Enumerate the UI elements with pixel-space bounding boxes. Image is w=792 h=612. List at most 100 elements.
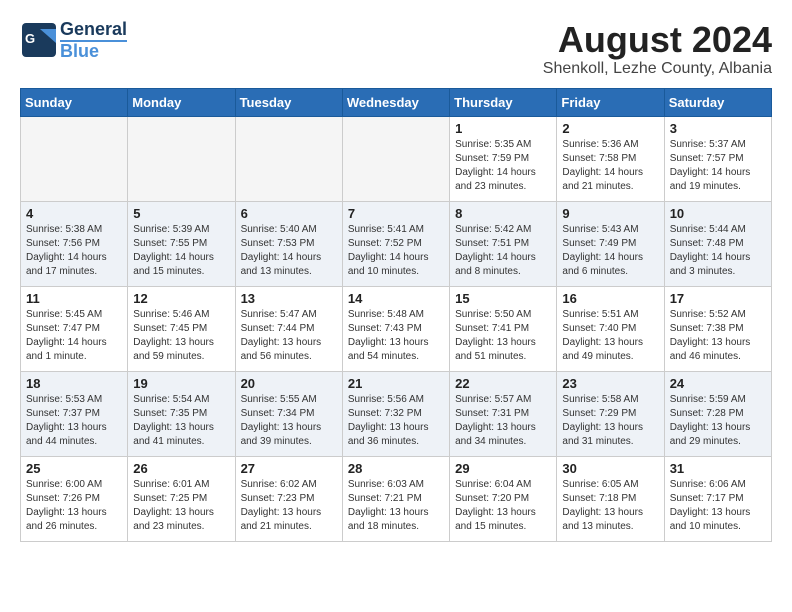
calendar-day-cell: 13 Sunrise: 5:47 AM Sunset: 7:44 PM Dayli… xyxy=(235,286,342,371)
calendar-day-cell: 12 Sunrise: 5:46 AM Sunset: 7:45 PM Dayli… xyxy=(128,286,235,371)
calendar-day-cell: 19 Sunrise: 5:54 AM Sunset: 7:35 PM Dayli… xyxy=(128,371,235,456)
calendar-day-cell: 11 Sunrise: 5:45 AM Sunset: 7:47 PM Dayli… xyxy=(21,286,128,371)
day-number: 10 xyxy=(670,206,766,221)
weekday-header-saturday: Saturday xyxy=(664,88,771,116)
day-info: Sunrise: 5:46 AM Sunset: 7:45 PM Dayligh… xyxy=(133,308,229,364)
day-info: Sunrise: 6:00 AM Sunset: 7:26 PM Dayligh… xyxy=(26,478,122,534)
day-number: 1 xyxy=(455,121,551,136)
calendar-day-cell: 7 Sunrise: 5:41 AM Sunset: 7:52 PM Daylig… xyxy=(342,201,449,286)
day-info: Sunrise: 6:04 AM Sunset: 7:20 PM Dayligh… xyxy=(455,478,551,534)
calendar-table: SundayMondayTuesdayWednesdayThursdayFrid… xyxy=(20,88,772,542)
calendar-day-cell: 8 Sunrise: 5:42 AM Sunset: 7:51 PM Daylig… xyxy=(450,201,557,286)
weekday-header-row: SundayMondayTuesdayWednesdayThursdayFrid… xyxy=(21,88,772,116)
calendar-day-cell: 6 Sunrise: 5:40 AM Sunset: 7:53 PM Daylig… xyxy=(235,201,342,286)
day-number: 21 xyxy=(348,376,444,391)
day-number: 7 xyxy=(348,206,444,221)
calendar-day-cell xyxy=(342,116,449,201)
day-info: Sunrise: 5:51 AM Sunset: 7:40 PM Dayligh… xyxy=(562,308,658,364)
calendar-day-cell xyxy=(235,116,342,201)
calendar-day-cell: 4Sunrise: 5:38 AM Sunset: 7:56 PM Daylig… xyxy=(21,201,128,286)
calendar-day-cell: 28Sunrise: 6:03 AM Sunset: 7:21 PM Dayli… xyxy=(342,456,449,541)
day-number: 12 xyxy=(133,291,229,306)
day-number: 6 xyxy=(241,206,337,221)
day-info: Sunrise: 5:55 AM Sunset: 7:34 PM Dayligh… xyxy=(241,393,337,449)
day-number: 17 xyxy=(670,291,766,306)
weekday-header-friday: Friday xyxy=(557,88,664,116)
calendar-day-cell: 3Sunrise: 5:37 AM Sunset: 7:57 PM Daylig… xyxy=(664,116,771,201)
day-number: 26 xyxy=(133,461,229,476)
weekday-header-monday: Monday xyxy=(128,88,235,116)
logo: G General Blue xyxy=(20,20,127,60)
day-number: 18 xyxy=(26,376,122,391)
logo-blue: Blue xyxy=(60,40,127,60)
calendar-day-cell: 17 Sunrise: 5:52 AM Sunset: 7:38 PM Dayli… xyxy=(664,286,771,371)
calendar-day-cell: 20 Sunrise: 5:55 AM Sunset: 7:34 PM Dayli… xyxy=(235,371,342,456)
calendar-day-cell: 26 Sunrise: 6:01 AM Sunset: 7:25 PM Dayli… xyxy=(128,456,235,541)
day-info: Sunrise: 5:41 AM Sunset: 7:52 PM Dayligh… xyxy=(348,223,444,279)
day-info: Sunrise: 5:35 AM Sunset: 7:59 PM Dayligh… xyxy=(455,138,551,194)
calendar-week-row: 1 Sunrise: 5:35 AM Sunset: 7:59 PM Daylig… xyxy=(21,116,772,201)
day-info: Sunrise: 5:44 AM Sunset: 7:48 PM Dayligh… xyxy=(670,223,766,279)
day-info: Sunrise: 5:45 AM Sunset: 7:47 PM Dayligh… xyxy=(26,308,122,364)
day-info: Sunrise: 6:06 AM Sunset: 7:17 PM Dayligh… xyxy=(670,478,766,534)
calendar-day-cell: 24 Sunrise: 5:59 AM Sunset: 7:28 PM Dayli… xyxy=(664,371,771,456)
day-info: Sunrise: 6:03 AM Sunset: 7:21 PM Dayligh… xyxy=(348,478,444,534)
day-info: Sunrise: 5:40 AM Sunset: 7:53 PM Dayligh… xyxy=(241,223,337,279)
calendar-day-cell: 23Sunrise: 5:58 AM Sunset: 7:29 PM Dayli… xyxy=(557,371,664,456)
calendar-day-cell: 21 Sunrise: 5:56 AM Sunset: 7:32 PM Dayli… xyxy=(342,371,449,456)
calendar-week-row: 11 Sunrise: 5:45 AM Sunset: 7:47 PM Dayli… xyxy=(21,286,772,371)
calendar-day-cell: 27 Sunrise: 6:02 AM Sunset: 7:23 PM Dayli… xyxy=(235,456,342,541)
day-number: 29 xyxy=(455,461,551,476)
weekday-header-wednesday: Wednesday xyxy=(342,88,449,116)
day-number: 24 xyxy=(670,376,766,391)
calendar-day-cell: 22Sunrise: 5:57 AM Sunset: 7:31 PM Dayli… xyxy=(450,371,557,456)
day-info: Sunrise: 5:54 AM Sunset: 7:35 PM Dayligh… xyxy=(133,393,229,449)
weekday-header-sunday: Sunday xyxy=(21,88,128,116)
calendar-day-cell: 10 Sunrise: 5:44 AM Sunset: 7:48 PM Dayli… xyxy=(664,201,771,286)
day-number: 16 xyxy=(562,291,658,306)
day-info: Sunrise: 5:37 AM Sunset: 7:57 PM Dayligh… xyxy=(670,138,766,194)
day-info: Sunrise: 5:42 AM Sunset: 7:51 PM Dayligh… xyxy=(455,223,551,279)
calendar-day-cell: 18 Sunrise: 5:53 AM Sunset: 7:37 PM Dayli… xyxy=(21,371,128,456)
day-info: Sunrise: 5:52 AM Sunset: 7:38 PM Dayligh… xyxy=(670,308,766,364)
day-number: 4 xyxy=(26,206,122,221)
calendar-week-row: 25Sunrise: 6:00 AM Sunset: 7:26 PM Dayli… xyxy=(21,456,772,541)
calendar-day-cell xyxy=(128,116,235,201)
day-info: Sunrise: 5:36 AM Sunset: 7:58 PM Dayligh… xyxy=(562,138,658,194)
day-number: 8 xyxy=(455,206,551,221)
weekday-header-tuesday: Tuesday xyxy=(235,88,342,116)
day-number: 31 xyxy=(670,461,766,476)
page-header: G General Blue August 2024 Shenkoll, Lez… xyxy=(20,20,772,78)
weekday-header-thursday: Thursday xyxy=(450,88,557,116)
logo-general: General xyxy=(60,20,127,40)
day-number: 30 xyxy=(562,461,658,476)
day-info: Sunrise: 5:56 AM Sunset: 7:32 PM Dayligh… xyxy=(348,393,444,449)
day-info: Sunrise: 5:43 AM Sunset: 7:49 PM Dayligh… xyxy=(562,223,658,279)
day-number: 20 xyxy=(241,376,337,391)
day-info: Sunrise: 6:05 AM Sunset: 7:18 PM Dayligh… xyxy=(562,478,658,534)
location-subtitle: Shenkoll, Lezhe County, Albania xyxy=(543,60,772,78)
month-year-title: August 2024 xyxy=(543,20,772,60)
day-info: Sunrise: 6:02 AM Sunset: 7:23 PM Dayligh… xyxy=(241,478,337,534)
day-info: Sunrise: 5:39 AM Sunset: 7:55 PM Dayligh… xyxy=(133,223,229,279)
calendar-day-cell: 5 Sunrise: 5:39 AM Sunset: 7:55 PM Daylig… xyxy=(128,201,235,286)
day-number: 11 xyxy=(26,291,122,306)
day-number: 13 xyxy=(241,291,337,306)
day-number: 27 xyxy=(241,461,337,476)
day-info: Sunrise: 6:01 AM Sunset: 7:25 PM Dayligh… xyxy=(133,478,229,534)
day-number: 5 xyxy=(133,206,229,221)
calendar-day-cell: 14Sunrise: 5:48 AM Sunset: 7:43 PM Dayli… xyxy=(342,286,449,371)
day-number: 9 xyxy=(562,206,658,221)
svg-text:G: G xyxy=(25,31,35,46)
day-number: 14 xyxy=(348,291,444,306)
calendar-day-cell: 2Sunrise: 5:36 AM Sunset: 7:58 PM Daylig… xyxy=(557,116,664,201)
day-number: 19 xyxy=(133,376,229,391)
day-info: Sunrise: 5:47 AM Sunset: 7:44 PM Dayligh… xyxy=(241,308,337,364)
day-info: Sunrise: 5:58 AM Sunset: 7:29 PM Dayligh… xyxy=(562,393,658,449)
day-info: Sunrise: 5:59 AM Sunset: 7:28 PM Dayligh… xyxy=(670,393,766,449)
calendar-day-cell: 30 Sunrise: 6:05 AM Sunset: 7:18 PM Dayli… xyxy=(557,456,664,541)
day-info: Sunrise: 5:53 AM Sunset: 7:37 PM Dayligh… xyxy=(26,393,122,449)
calendar-day-cell xyxy=(21,116,128,201)
calendar-day-cell: 9 Sunrise: 5:43 AM Sunset: 7:49 PM Daylig… xyxy=(557,201,664,286)
day-number: 22 xyxy=(455,376,551,391)
